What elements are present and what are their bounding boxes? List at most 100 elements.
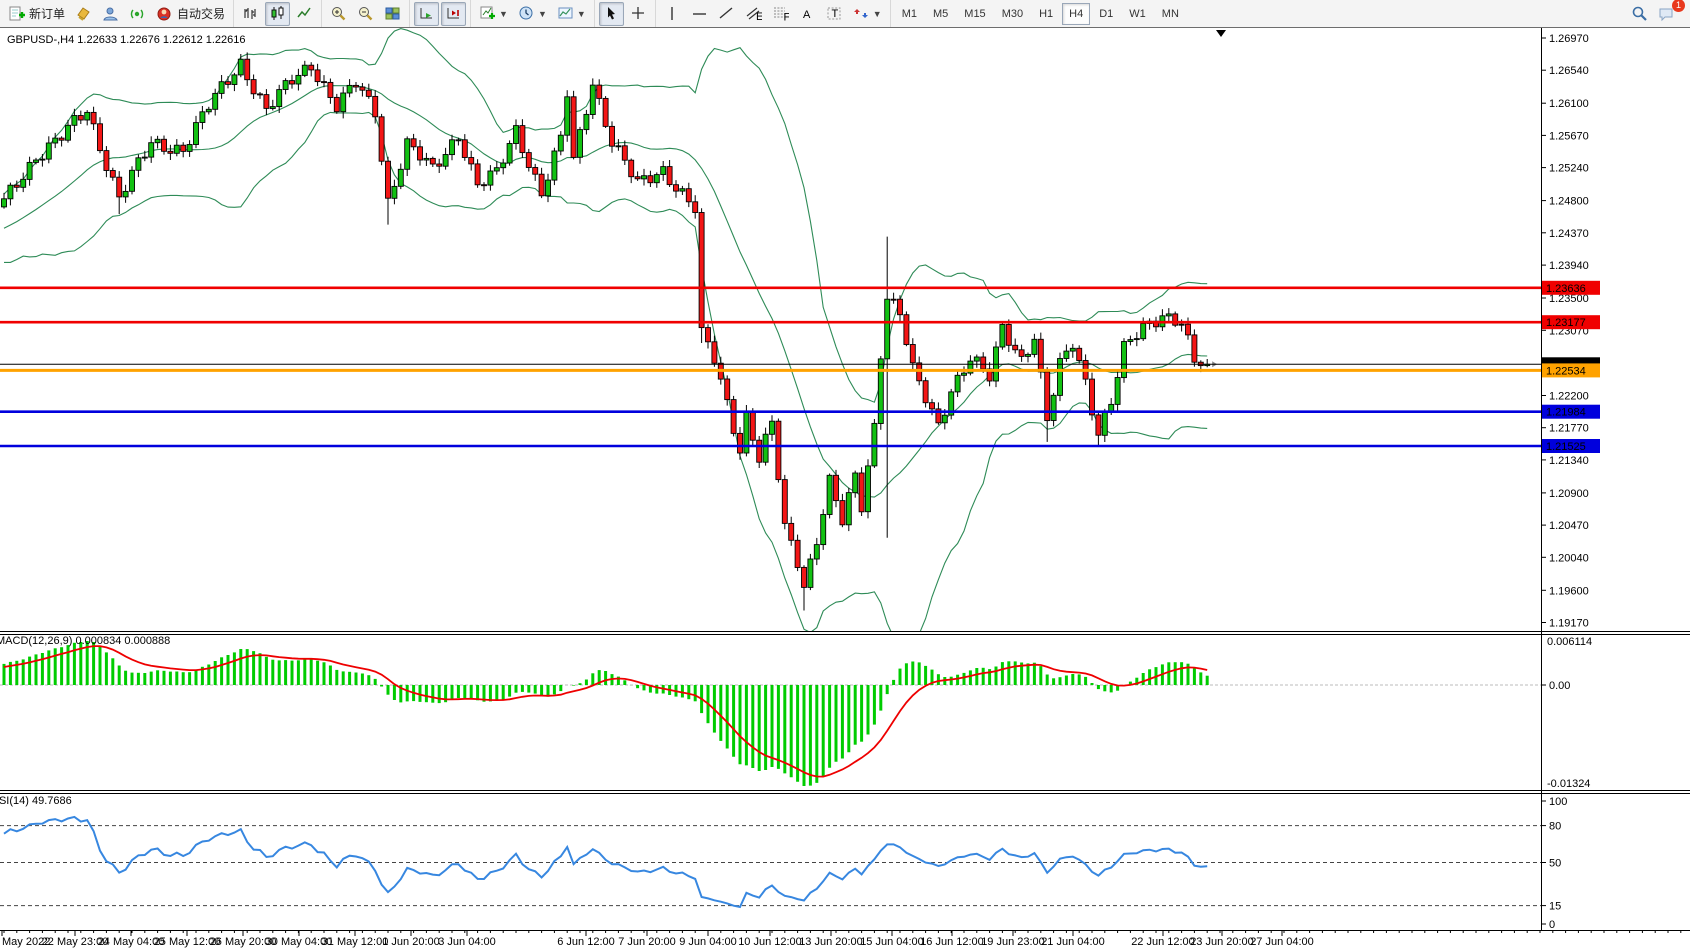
timeframe-d1[interactable]: D1: [1092, 3, 1120, 25]
macd-axis: 0.0061140.00-0.01324: [1541, 636, 1592, 790]
chevron-down-icon[interactable]: ▼: [499, 9, 508, 19]
svg-text:9 Jun 04:00: 9 Jun 04:00: [679, 936, 737, 948]
svg-text:-0.01324: -0.01324: [1547, 778, 1590, 790]
time-axis: May 202222 May 23:0024 May 04:0025 May 1…: [2, 931, 1681, 949]
chevron-down-icon[interactable]: ▼: [577, 9, 586, 19]
autotrading-button-label: 自动交易: [177, 5, 225, 22]
chevron-down-icon[interactable]: ▼: [873, 9, 882, 19]
periods-button[interactable]: ▼: [514, 2, 551, 26]
vertical-line-button[interactable]: [660, 2, 685, 26]
crosshair-button[interactable]: [626, 2, 651, 26]
svg-text:1.24370: 1.24370: [1549, 228, 1589, 240]
fibo-icon: F: [772, 5, 789, 22]
indicators-button[interactable]: ▼: [475, 2, 512, 26]
timeframe-mn[interactable]: MN: [1155, 3, 1186, 25]
svg-text:0.00: 0.00: [1549, 680, 1570, 692]
cursor-icon: [603, 5, 620, 22]
zoom-in-button[interactable]: [326, 2, 351, 26]
textA-icon: A: [799, 5, 816, 22]
candlestick-chart-button[interactable]: [265, 2, 290, 26]
template-icon: [557, 5, 574, 22]
svg-text:27 Jun 04:00: 27 Jun 04:00: [1250, 936, 1314, 948]
svg-text:23 Jun 20:00: 23 Jun 20:00: [1190, 936, 1254, 948]
autotrade-icon: [156, 5, 173, 22]
search-button[interactable]: [1627, 2, 1652, 26]
profile-button[interactable]: [98, 2, 123, 26]
zoom-out-button[interactable]: [353, 2, 378, 26]
channel-icon: E: [745, 5, 762, 22]
horizontal-line-button[interactable]: [687, 2, 712, 26]
svg-text:3 Jun 04:00: 3 Jun 04:00: [438, 936, 496, 948]
toolbar-group-6: EF A T ▼: [655, 0, 890, 27]
timeframe-m1[interactable]: M1: [895, 3, 924, 25]
chart-canvas[interactable]: 1.269701.265401.261001.256701.252401.248…: [0, 28, 1690, 949]
svg-text:13 Jun 20:00: 13 Jun 20:00: [799, 936, 863, 948]
crosshair-icon: [630, 5, 647, 22]
svg-text:15 Jun 04:00: 15 Jun 04:00: [860, 936, 924, 948]
fibonacci-button[interactable]: F: [768, 2, 793, 26]
line-chart-button[interactable]: [292, 2, 317, 26]
svg-text:15: 15: [1549, 901, 1561, 913]
seal-button[interactable]: [71, 2, 96, 26]
tile-windows-button[interactable]: [380, 2, 405, 26]
svg-text:1.26540: 1.26540: [1549, 65, 1589, 77]
candles: [2, 52, 1210, 610]
bar-chart-button[interactable]: [238, 2, 263, 26]
arrows-icon: [853, 5, 870, 22]
svg-text:16 Jun 12:00: 16 Jun 12:00: [920, 936, 984, 948]
timeframe-m15[interactable]: M15: [957, 3, 992, 25]
timeframe-m30[interactable]: M30: [995, 3, 1030, 25]
svg-text:1.20040: 1.20040: [1549, 552, 1589, 564]
svg-text:10 Jun 12:00: 10 Jun 12:00: [738, 936, 802, 948]
vline-icon: [664, 5, 681, 22]
svg-text:1.26970: 1.26970: [1549, 33, 1589, 45]
text-button[interactable]: A: [795, 2, 820, 26]
svg-text:1.21984: 1.21984: [1546, 407, 1586, 419]
signal-icon: [129, 5, 146, 22]
chevron-down-icon[interactable]: ▼: [538, 9, 547, 19]
text-label-button[interactable]: T: [822, 2, 847, 26]
svg-text:1.25240: 1.25240: [1549, 163, 1589, 175]
tiles-icon: [384, 5, 401, 22]
svg-text:22 Jun 12:00: 22 Jun 12:00: [1131, 936, 1195, 948]
rsi-line: [4, 817, 1207, 907]
chart-shift-button[interactable]: [441, 2, 466, 26]
svg-text:1.26100: 1.26100: [1549, 98, 1589, 110]
hline-icon: [691, 5, 708, 22]
arrows-button[interactable]: ▼: [849, 2, 886, 26]
profile-icon: [102, 5, 119, 22]
chat-button[interactable]: 1: [1654, 2, 1679, 26]
timeframe-h4[interactable]: H4: [1062, 3, 1090, 25]
zoomin-icon: [330, 5, 347, 22]
equidistant-channel-button[interactable]: E: [741, 2, 766, 26]
macd-histogram: [4, 641, 1207, 786]
seal-icon: [75, 5, 92, 22]
timeframe-w1[interactable]: W1: [1122, 3, 1153, 25]
chart-window[interactable]: GBPUSD-,H4 1.22633 1.22676 1.22612 1.226…: [0, 28, 1690, 949]
svg-text:A: A: [803, 9, 811, 21]
svg-text:1.21525: 1.21525: [1546, 441, 1586, 453]
svg-text:1.19170: 1.19170: [1549, 618, 1589, 630]
svg-text:1.22534: 1.22534: [1546, 365, 1586, 377]
search-icon: [1631, 5, 1648, 22]
templates-button[interactable]: ▼: [553, 2, 590, 26]
signal-button[interactable]: [125, 2, 150, 26]
trendline-button[interactable]: [714, 2, 739, 26]
toolbar-group-2: [321, 0, 409, 27]
svg-text:T: T: [831, 8, 838, 20]
bars-icon: [242, 5, 259, 22]
svg-text:1.23940: 1.23940: [1549, 260, 1589, 272]
auto-scroll-button[interactable]: [414, 2, 439, 26]
toolbar-group-1: [233, 0, 321, 27]
zoomout-icon: [357, 5, 374, 22]
svg-text:1.21770: 1.21770: [1549, 423, 1589, 435]
autotrading-button[interactable]: 自动交易: [152, 2, 229, 26]
new-order-button[interactable]: 新订单: [4, 2, 69, 26]
cursor-button[interactable]: [599, 2, 624, 26]
timeframe-h1[interactable]: H1: [1032, 3, 1060, 25]
svg-text:E: E: [756, 11, 762, 22]
timeframe-m5[interactable]: M5: [926, 3, 955, 25]
svg-text:21 Jun 04:00: 21 Jun 04:00: [1041, 936, 1105, 948]
chart-shift-marker: [1216, 30, 1226, 37]
svg-text:1.21340: 1.21340: [1549, 455, 1589, 467]
